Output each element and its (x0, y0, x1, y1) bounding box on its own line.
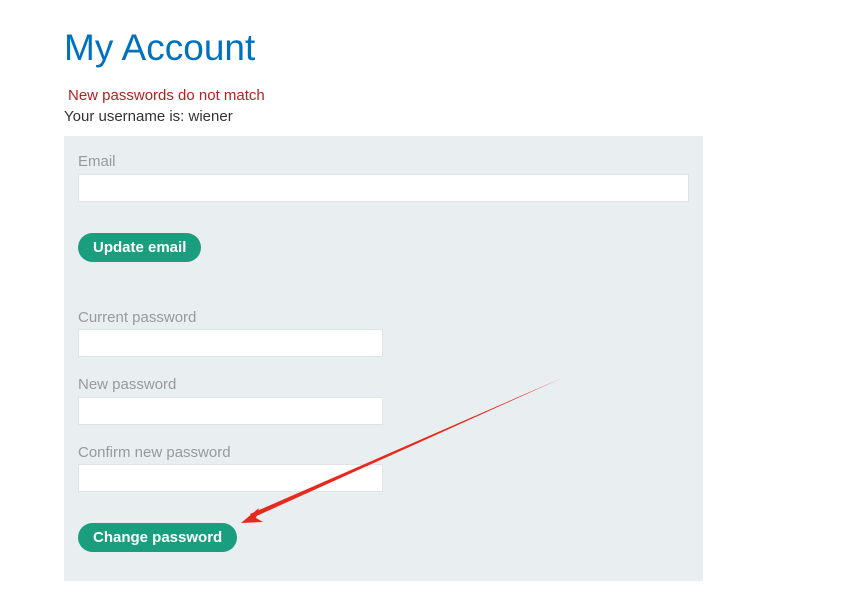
new-password-label: New password (78, 376, 177, 393)
confirm-password-label: Confirm new password (78, 444, 231, 461)
confirm-password-input[interactable] (78, 464, 383, 492)
error-message: New passwords do not match (68, 87, 265, 104)
update-email-button[interactable]: Update email (78, 233, 202, 262)
page-title: My Account (64, 27, 256, 68)
new-password-input[interactable] (78, 397, 383, 425)
email-label: Email (78, 153, 116, 170)
username-text: Your username is: wiener (64, 108, 233, 125)
email-input[interactable] (78, 174, 689, 202)
current-password-label: Current password (78, 309, 197, 326)
current-password-input[interactable] (78, 329, 383, 357)
page: My Account New passwords do not match Yo… (0, 0, 863, 602)
change-password-button[interactable]: Change password (78, 523, 238, 552)
account-panel (64, 136, 703, 581)
